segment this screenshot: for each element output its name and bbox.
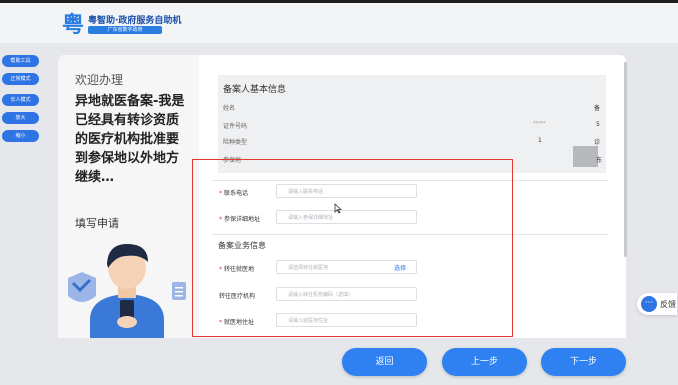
- info-value-id-masked: *****: [533, 121, 546, 127]
- svg-text:粤: 粤: [62, 12, 84, 37]
- welcome-text: 欢迎办理: [75, 73, 124, 87]
- sidebar-elder-mode-button[interactable]: 长人模式: [2, 94, 39, 106]
- sidebar-zoom-in-button[interactable]: 放大: [2, 112, 39, 124]
- header-bar: 粤 粤智助·政府服务自助机 广东省数字政府: [0, 3, 678, 43]
- sidebar-help-tools-button[interactable]: 帮助工具: [2, 55, 39, 67]
- sidebar-zoom-out-button[interactable]: 缩小: [2, 130, 39, 142]
- previous-step-button[interactable]: 上一步: [442, 348, 527, 376]
- info-value-insurance-count: 1: [538, 137, 542, 144]
- brand-title: 粤智助·政府服务自助机: [88, 16, 182, 26]
- info-value-name: 备: [594, 105, 601, 112]
- info-value-region: 东: [596, 157, 603, 164]
- info-label-insurance: 险种类型: [223, 139, 248, 146]
- info-value-insurance: 诊: [594, 139, 601, 146]
- info-label-name: 姓名: [223, 105, 236, 112]
- info-label-id: 证件号码: [223, 123, 248, 130]
- step-label: 填写申请: [75, 217, 119, 230]
- back-button[interactable]: 返回: [342, 348, 427, 376]
- brand-logo-icon: 粤: [62, 12, 84, 37]
- brand-subtitle: 广东省数字政府: [88, 26, 162, 34]
- redacted-block: [573, 146, 598, 167]
- user-with-phone-icon: [68, 244, 186, 338]
- highlight-box: [192, 159, 513, 337]
- info-value-id: 5: [596, 121, 600, 128]
- sidebar-normal-mode-button[interactable]: 正常模式: [2, 73, 39, 85]
- next-step-button[interactable]: 下一步: [541, 348, 626, 376]
- scrollbar-thumb[interactable]: [624, 62, 627, 257]
- chat-bubble-icon: ···: [641, 296, 657, 312]
- service-headline: 异地就医备案-我是已经具有转诊资质的医疗机构批准要到参保地以外地方继续…: [75, 94, 185, 185]
- applicant-info-title: 备案人基本信息: [223, 85, 287, 95]
- feedback-button[interactable]: ··· 反馈: [637, 293, 677, 315]
